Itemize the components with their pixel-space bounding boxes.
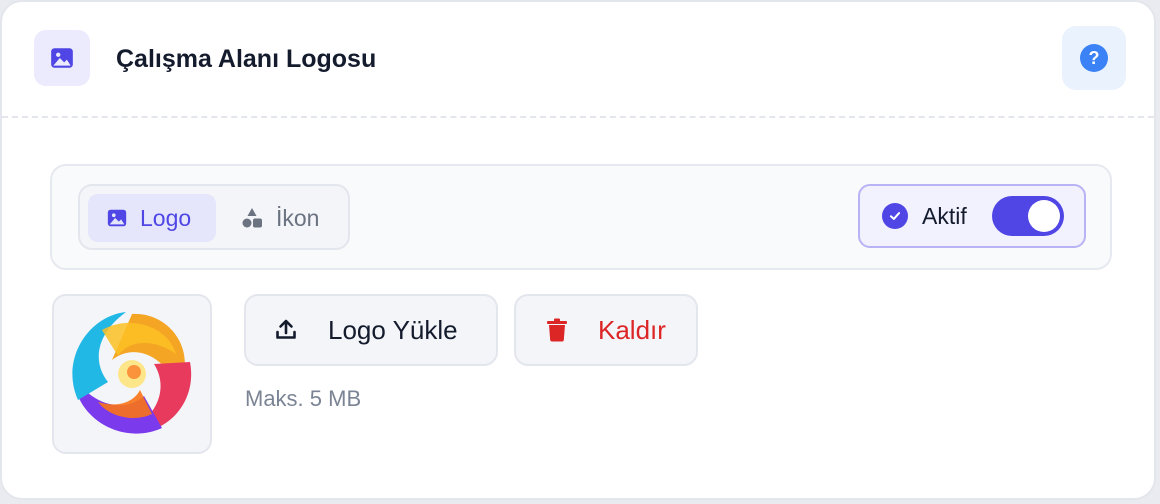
upload-logo-label: Logo Yükle [328, 314, 458, 345]
logo-type-segmented-control: Logo İkon [78, 184, 350, 250]
upload-icon [276, 319, 296, 339]
trash-icon [547, 318, 567, 342]
shapes-icon [242, 208, 262, 228]
tab-icon[interactable]: İkon [228, 194, 338, 242]
tab-logo-label: Logo [140, 204, 192, 231]
tab-logo[interactable]: Logo [88, 194, 216, 242]
active-status-toggle[interactable]: Aktif [858, 184, 1086, 248]
logo-preview-image [72, 312, 192, 434]
upload-logo-button[interactable]: Logo Yükle [244, 294, 498, 366]
page-title: Çalışma Alanı Logosu [116, 45, 377, 73]
tab-icon-label: İkon [276, 204, 320, 231]
toggle-knob [1028, 200, 1060, 232]
logo-settings-bar: Logo İkon Aktif [50, 164, 1112, 270]
image-icon [34, 30, 90, 86]
check-circle-icon [882, 203, 908, 229]
image-icon [107, 209, 127, 227]
file-size-hint: Maks. 5 MB [245, 386, 362, 411]
toggle-label: Aktif [922, 203, 967, 229]
remove-logo-label: Kaldır [598, 314, 666, 345]
help-icon: ? [1080, 44, 1108, 72]
card-header: Çalışma Alanı Logosu ? [2, 2, 1154, 118]
toggle-switch[interactable] [992, 196, 1064, 236]
help-button[interactable]: ? [1062, 26, 1126, 90]
logo-preview [52, 294, 212, 454]
workspace-logo-card: Çalışma Alanı Logosu ? Logo İkon Aktif L… [0, 0, 1156, 500]
remove-logo-button[interactable]: Kaldır [514, 294, 698, 366]
